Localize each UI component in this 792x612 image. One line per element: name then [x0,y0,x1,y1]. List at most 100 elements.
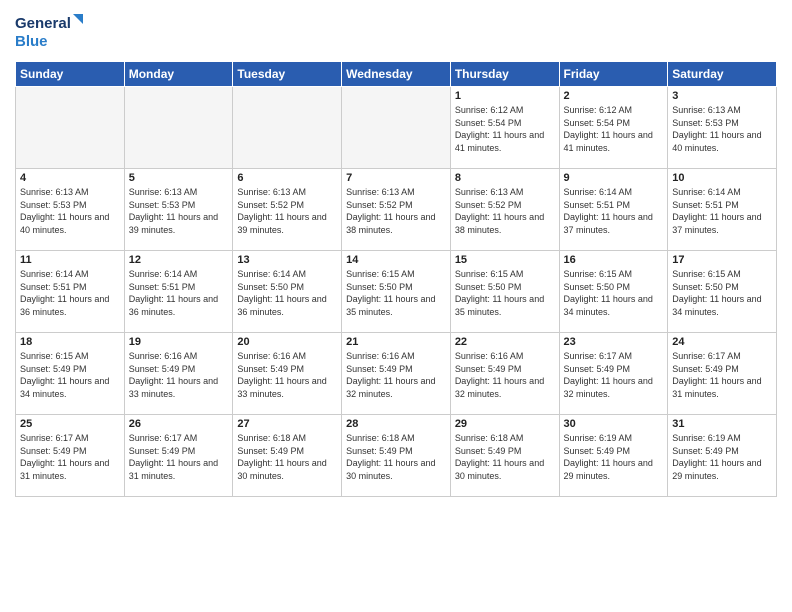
calendar-cell [342,87,451,169]
day-number: 24 [672,336,772,348]
calendar-cell: 9 Sunrise: 6:14 AM Sunset: 5:51 PM Daylig… [559,169,668,251]
day-info: Sunrise: 6:18 AM Sunset: 5:49 PM Dayligh… [346,432,446,482]
weekday-header-friday: Friday [559,62,668,87]
calendar-cell: 29Sunrise: 6:18 AM Sunset: 5:49 PM Dayli… [450,415,559,497]
day-number: 9 [564,172,664,184]
day-info: Sunrise: 6:15 AM Sunset: 5:50 PM Dayligh… [672,268,772,318]
day-number: 18 [20,336,120,348]
day-number: 23 [564,336,664,348]
day-info: Sunrise: 6:15 AM Sunset: 5:49 PM Dayligh… [20,350,120,400]
day-info: Sunrise: 6:16 AM Sunset: 5:49 PM Dayligh… [455,350,555,400]
calendar-cell: 19 Sunrise: 6:16 AM Sunset: 5:49 PM Dayli… [124,333,233,415]
calendar-cell: 31 Sunrise: 6:19 AM Sunset: 5:49 PM Dayli… [668,415,777,497]
day-info: Sunrise: 6:13 AM Sunset: 5:53 PM Dayligh… [129,186,229,236]
calendar-cell [233,87,342,169]
day-number: 31 [672,418,772,430]
calendar-table: SundayMondayTuesdayWednesdayThursdayFrid… [15,61,777,497]
day-number: 11 [20,254,120,266]
day-info: Sunrise: 6:14 AM Sunset: 5:51 PM Dayligh… [564,186,664,236]
day-number: 30 [564,418,664,430]
weekday-header-monday: Monday [124,62,233,87]
weekday-header-saturday: Saturday [668,62,777,87]
day-number: 2 [564,90,664,102]
day-info: Sunrise: 6:14 AM Sunset: 5:51 PM Dayligh… [20,268,120,318]
day-number: 3 [672,90,772,102]
day-info: Sunrise: 6:15 AM Sunset: 5:50 PM Dayligh… [346,268,446,318]
day-info: Sunrise: 6:13 AM Sunset: 5:53 PM Dayligh… [672,104,772,154]
day-number: 6 [237,172,337,184]
svg-text:Blue: Blue [15,33,48,50]
calendar-cell: 23 Sunrise: 6:17 AM Sunset: 5:49 PM Dayli… [559,333,668,415]
calendar-cell [124,87,233,169]
day-number: 1 [455,90,555,102]
day-number: 17 [672,254,772,266]
calendar-cell: 27 Sunrise: 6:18 AM Sunset: 5:49 PM Dayli… [233,415,342,497]
day-number: 22 [455,336,555,348]
day-number: 14 [346,254,446,266]
day-info: Sunrise: 6:17 AM Sunset: 5:49 PM Dayligh… [129,432,229,482]
day-number: 8 [455,172,555,184]
day-info: Sunrise: 6:12 AM Sunset: 5:54 PM Dayligh… [564,104,664,154]
calendar-cell: 24 Sunrise: 6:17 AM Sunset: 5:49 PM Dayli… [668,333,777,415]
calendar-cell: 25Sunrise: 6:17 AM Sunset: 5:49 PM Dayli… [16,415,125,497]
calendar-cell: 16Sunrise: 6:15 AM Sunset: 5:50 PM Dayli… [559,251,668,333]
day-info: Sunrise: 6:18 AM Sunset: 5:49 PM Dayligh… [237,432,337,482]
calendar-cell: 6 Sunrise: 6:13 AM Sunset: 5:52 PM Daylig… [233,169,342,251]
calendar-cell: 14 Sunrise: 6:15 AM Sunset: 5:50 PM Dayli… [342,251,451,333]
calendar-cell: 5 Sunrise: 6:13 AM Sunset: 5:53 PM Daylig… [124,169,233,251]
weekday-header-thursday: Thursday [450,62,559,87]
day-number: 10 [672,172,772,184]
calendar-cell: 22 Sunrise: 6:16 AM Sunset: 5:49 PM Dayli… [450,333,559,415]
day-number: 12 [129,254,229,266]
calendar-cell: 17 Sunrise: 6:15 AM Sunset: 5:50 PM Dayli… [668,251,777,333]
calendar-cell: 26 Sunrise: 6:17 AM Sunset: 5:49 PM Dayli… [124,415,233,497]
calendar-cell: 4 Sunrise: 6:13 AM Sunset: 5:53 PM Daylig… [16,169,125,251]
calendar-cell: 20 Sunrise: 6:16 AM Sunset: 5:49 PM Dayli… [233,333,342,415]
calendar-cell [16,87,125,169]
svg-text:General: General [15,15,71,32]
calendar-cell: 11 Sunrise: 6:14 AM Sunset: 5:51 PM Dayli… [16,251,125,333]
day-number: 16 [564,254,664,266]
calendar-cell: 10 Sunrise: 6:14 AM Sunset: 5:51 PM Dayli… [668,169,777,251]
calendar-cell: 15 Sunrise: 6:15 AM Sunset: 5:50 PM Dayli… [450,251,559,333]
day-number: 26 [129,418,229,430]
calendar-cell: 2 Sunrise: 6:12 AM Sunset: 5:54 PM Daylig… [559,87,668,169]
day-info: Sunrise: 6:17 AM Sunset: 5:49 PM Dayligh… [672,350,772,400]
day-info: Sunrise: 6:14 AM Sunset: 5:51 PM Dayligh… [672,186,772,236]
calendar-cell: 28Sunrise: 6:18 AM Sunset: 5:49 PM Dayli… [342,415,451,497]
day-number: 27 [237,418,337,430]
page-header: General Blue [15,10,777,55]
day-number: 13 [237,254,337,266]
day-number: 4 [20,172,120,184]
day-info: Sunrise: 6:16 AM Sunset: 5:49 PM Dayligh… [346,350,446,400]
weekday-header-wednesday: Wednesday [342,62,451,87]
day-number: 15 [455,254,555,266]
calendar-cell: 18 Sunrise: 6:15 AM Sunset: 5:49 PM Dayli… [16,333,125,415]
day-number: 21 [346,336,446,348]
day-info: Sunrise: 6:15 AM Sunset: 5:50 PM Dayligh… [455,268,555,318]
day-number: 19 [129,336,229,348]
day-info: Sunrise: 6:16 AM Sunset: 5:49 PM Dayligh… [129,350,229,400]
day-info: Sunrise: 6:14 AM Sunset: 5:51 PM Dayligh… [129,268,229,318]
day-info: Sunrise: 6:19 AM Sunset: 5:49 PM Dayligh… [672,432,772,482]
calendar-cell: 1Sunrise: 6:12 AM Sunset: 5:54 PM Daylig… [450,87,559,169]
logo-svg: General Blue [15,10,85,55]
day-info: Sunrise: 6:13 AM Sunset: 5:52 PM Dayligh… [346,186,446,236]
day-number: 29 [455,418,555,430]
calendar-cell: 21 Sunrise: 6:16 AM Sunset: 5:49 PM Dayli… [342,333,451,415]
day-info: Sunrise: 6:16 AM Sunset: 5:49 PM Dayligh… [237,350,337,400]
day-info: Sunrise: 6:13 AM Sunset: 5:53 PM Dayligh… [20,186,120,236]
day-number: 25 [20,418,120,430]
weekday-header-tuesday: Tuesday [233,62,342,87]
day-info: Sunrise: 6:13 AM Sunset: 5:52 PM Dayligh… [455,186,555,236]
day-info: Sunrise: 6:13 AM Sunset: 5:52 PM Dayligh… [237,186,337,236]
day-info: Sunrise: 6:19 AM Sunset: 5:49 PM Dayligh… [564,432,664,482]
calendar-cell: 8 Sunrise: 6:13 AM Sunset: 5:52 PM Daylig… [450,169,559,251]
weekday-header-sunday: Sunday [16,62,125,87]
logo: General Blue [15,10,85,55]
day-number: 20 [237,336,337,348]
day-number: 5 [129,172,229,184]
day-number: 7 [346,172,446,184]
calendar-cell: 13Sunrise: 6:14 AM Sunset: 5:50 PM Dayli… [233,251,342,333]
day-info: Sunrise: 6:17 AM Sunset: 5:49 PM Dayligh… [564,350,664,400]
